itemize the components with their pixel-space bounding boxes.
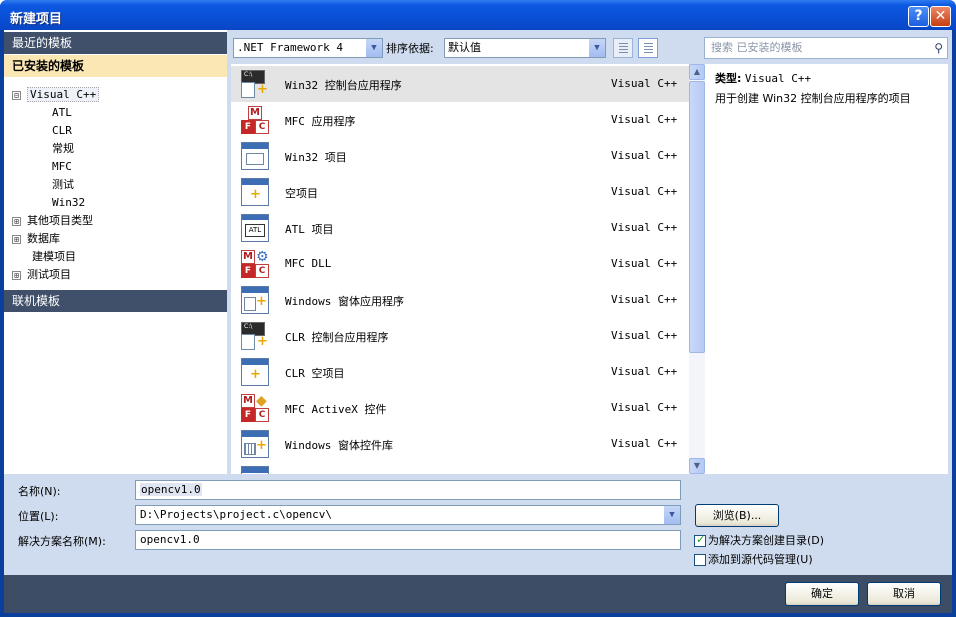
window-icon <box>241 142 269 170</box>
tree-item-other-project-types[interactable]: ⊞ 其他项目类型 <box>12 212 99 230</box>
tree-item-clr[interactable]: CLR <box>12 122 99 140</box>
grid-icon <box>619 43 628 54</box>
tree-item-atl[interactable]: ATL <box>12 104 99 122</box>
template-item[interactable]: + 空项目 Visual C++ <box>231 174 689 210</box>
template-categories-panel: 最近的模板 已安装的模板 ⊟ Visual C++ ATL CLR 常规 MFC … <box>4 30 227 474</box>
template-item[interactable]: ATL ATL 项目 Visual C++ <box>231 210 689 246</box>
template-item[interactable]: C:\ + Win32 控制台应用程序 Visual C++ <box>231 66 689 102</box>
chevron-down-icon[interactable]: ▼ <box>664 506 680 524</box>
template-item[interactable]: + Windows 窗体应用程序 Visual C++ <box>231 282 689 318</box>
expand-icon[interactable]: ⊞ <box>12 234 21 244</box>
expand-icon[interactable]: ⊞ <box>12 216 21 226</box>
tree-item-win32[interactable]: Win32 <box>12 194 99 212</box>
template-item[interactable]: + CLR 空项目 Visual C++ <box>231 354 689 390</box>
location-label: 位置(L): <box>18 510 59 523</box>
tree-item-general[interactable]: 常规 <box>12 140 99 158</box>
browse-button[interactable]: 浏览(B)... <box>695 504 779 527</box>
console-app-icon: C:\ + <box>241 322 269 350</box>
chevron-down-icon[interactable]: ▼ <box>366 39 382 57</box>
help-button[interactable]: ? <box>908 6 929 27</box>
recent-templates-header[interactable]: 最近的模板 <box>4 32 227 54</box>
solution-name-label: 解决方案名称(M): <box>18 535 106 548</box>
window-title: 新建项目 <box>10 12 63 27</box>
mfc-dll-icon: M ⚙ F C <box>241 249 269 278</box>
solution-name-field[interactable]: opencv1.0 <box>135 530 681 550</box>
framework-select[interactable]: .NET Framework 4 ▼ <box>233 38 383 58</box>
tree-item-test-projects[interactable]: ⊞ 测试项目 <box>12 266 99 284</box>
template-toolbar: .NET Framework 4 ▼ 排序依据: 默认值 ▼ <box>227 30 689 64</box>
dialog-client: 最近的模板 已安装的模板 ⊟ Visual C++ ATL CLR 常规 MFC … <box>4 30 952 613</box>
template-item[interactable]: M ⚙ F C MFC DLL Visual C++ <box>231 246 689 282</box>
project-name-field[interactable]: opencv1.0 <box>135 480 681 500</box>
create-directory-checkbox[interactable] <box>694 533 706 547</box>
installed-templates-header[interactable]: 已安装的模板 <box>4 55 227 77</box>
scroll-up-icon[interactable]: ▲ <box>689 64 705 80</box>
template-item-partial[interactable] <box>231 462 689 474</box>
list-icon <box>644 43 653 54</box>
source-control-option[interactable]: 添加到源代码管理(U) <box>694 551 813 567</box>
search-icon[interactable]: ⚲ <box>934 38 943 58</box>
mfc-icon: MFC <box>241 106 269 134</box>
cancel-button[interactable]: 取消 <box>867 582 941 606</box>
close-button[interactable]: ✕ <box>930 6 951 27</box>
template-item[interactable]: C:\ + CLR 控制台应用程序 Visual C++ <box>231 318 689 354</box>
activex-icon: M ◆ F C <box>241 393 269 422</box>
template-item[interactable]: Win32 项目 Visual C++ <box>231 138 689 174</box>
create-directory-option[interactable]: 为解决方案创建目录(D) <box>694 532 824 548</box>
location-combobox[interactable]: D:\Projects\project.c\opencv\ ▼ <box>135 505 681 525</box>
template-item[interactable]: MFC MFC 应用程序 Visual C++ <box>231 102 689 138</box>
template-type: 类型: Visual C++ <box>715 72 812 85</box>
window-icon <box>241 466 269 474</box>
new-project-dialog: 新建项目 ? ✕ 最近的模板 已安装的模板 ⊟ Visual C++ ATL CL… <box>0 0 956 617</box>
ok-button[interactable]: 确定 <box>785 582 859 606</box>
sort-select[interactable]: 默认值 ▼ <box>444 38 606 58</box>
atl-icon: ATL <box>241 214 269 242</box>
forms-app-icon: + <box>241 286 269 314</box>
source-control-checkbox[interactable] <box>694 554 706 566</box>
template-tree: ⊟ Visual C++ ATL CLR 常规 MFC 测试 Win32 ⊞ 其他项… <box>12 86 100 284</box>
tree-item-mfc[interactable]: MFC <box>12 158 99 176</box>
sort-label: 排序依据: <box>386 42 434 55</box>
collapse-icon[interactable]: ⊟ <box>12 90 21 100</box>
empty-project-icon: + <box>241 358 269 386</box>
list-view-button[interactable] <box>638 38 658 58</box>
template-item[interactable]: M ◆ F C MFC ActiveX 控件 Visual C++ <box>231 390 689 426</box>
template-description: 用于创建 Win32 控制台应用程序的项目 <box>715 92 911 105</box>
small-icons-view-button[interactable] <box>613 38 633 58</box>
template-list-scrollbar[interactable]: ▲ ▼ <box>689 64 705 474</box>
empty-project-icon: + <box>241 178 269 206</box>
title-bar[interactable]: 新建项目 ? ✕ <box>0 0 956 30</box>
name-label: 名称(N): <box>18 485 61 498</box>
expand-icon[interactable]: ⊞ <box>12 270 21 280</box>
template-item[interactable]: + Windows 窗体控件库 Visual C++ <box>231 426 689 462</box>
scroll-down-icon[interactable]: ▼ <box>689 458 705 474</box>
tree-item-database[interactable]: ⊞ 数据库 <box>12 230 99 248</box>
tree-item-visual-cpp[interactable]: ⊟ Visual C++ <box>12 86 100 104</box>
tree-item-modeling-projects[interactable]: 建模项目 <box>12 248 99 266</box>
console-app-icon: C:\ + <box>241 70 269 98</box>
control-library-icon: + <box>241 430 269 458</box>
online-templates-header[interactable]: 联机模板 <box>4 290 227 312</box>
dialog-footer: 确定 取消 <box>4 575 952 613</box>
chevron-down-icon[interactable]: ▼ <box>589 39 605 57</box>
template-details-panel: 类型: Visual C++ 用于创建 Win32 控制台应用程序的项目 <box>705 64 948 474</box>
scroll-thumb[interactable] <box>689 81 705 353</box>
tree-item-test[interactable]: 测试 <box>12 176 99 194</box>
search-templates-input[interactable]: 搜索 已安装的模板 ⚲ <box>704 37 948 59</box>
template-list: C:\ + Win32 控制台应用程序 Visual C++ MFC MFC 应用… <box>231 64 689 474</box>
